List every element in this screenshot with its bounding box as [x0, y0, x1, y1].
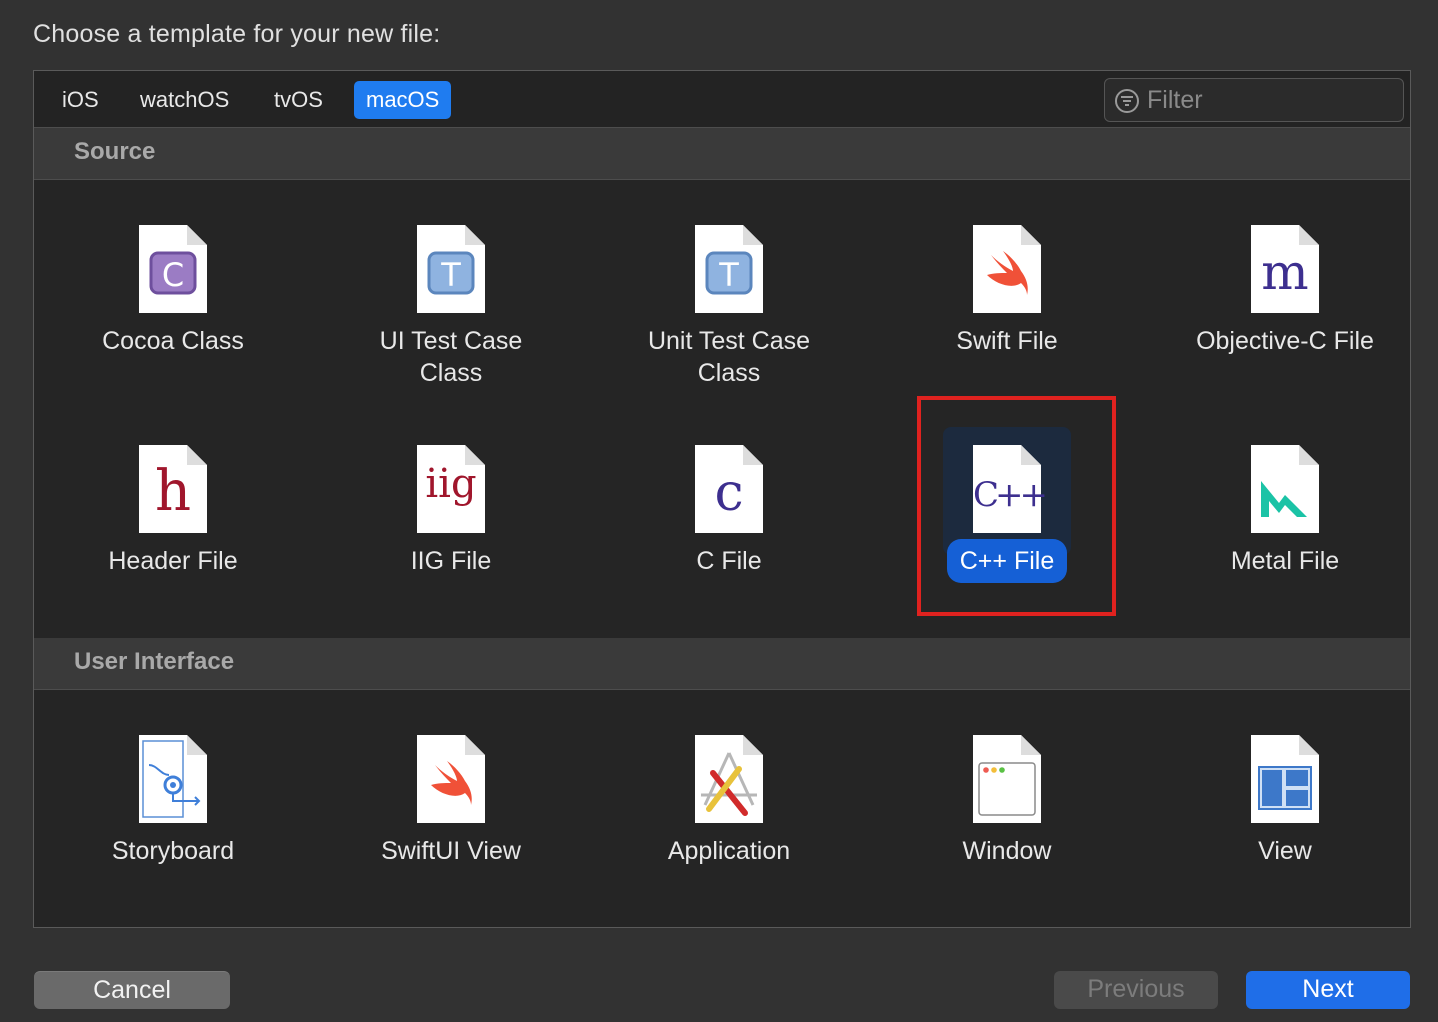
- svg-text:T: T: [718, 256, 739, 294]
- filter-field[interactable]: [1104, 78, 1404, 122]
- template-unit-test-case-class[interactable]: T Unit Test Case Class: [590, 189, 868, 399]
- svg-text:C: C: [162, 256, 184, 294]
- template-application[interactable]: Application: [590, 699, 868, 909]
- template-label: IIG File: [410, 547, 492, 575]
- template-label: SwiftUI View: [381, 837, 521, 865]
- tab-macos[interactable]: macOS: [354, 81, 452, 119]
- metal-icon: [1251, 445, 1319, 533]
- template-swift-file[interactable]: Swift File: [868, 189, 1146, 399]
- iig-icon: iig: [417, 445, 485, 533]
- filter-icon: [1115, 89, 1139, 113]
- section-title: Source: [74, 138, 156, 165]
- test-case-icon: T: [695, 225, 763, 313]
- template-ui-test-case-class[interactable]: T UI Test Case Class: [312, 189, 590, 399]
- template-swiftui-view[interactable]: SwiftUI View: [312, 699, 590, 909]
- template-label: Storyboard: [111, 837, 235, 865]
- storyboard-icon: [139, 735, 207, 823]
- template-c-file[interactable]: c C File: [590, 409, 868, 619]
- template-label: Window: [962, 837, 1052, 865]
- cocoa-class-icon: C: [139, 225, 207, 313]
- platform-tab-bar: iOS watchOS tvOS macOS: [34, 71, 1410, 128]
- template-panel: iOS watchOS tvOS macOS Source C Cocoa Cl…: [33, 70, 1411, 928]
- template-label: Application: [667, 837, 791, 865]
- template-cocoa-class[interactable]: C Cocoa Class: [34, 189, 312, 399]
- previous-button[interactable]: Previous: [1054, 971, 1218, 1009]
- template-objective-c-file[interactable]: m Objective-C File: [1146, 189, 1424, 399]
- test-case-icon: T: [417, 225, 485, 313]
- template-label: Objective-C File: [1196, 327, 1374, 355]
- section-title: User Interface: [74, 648, 235, 675]
- window-icon: [973, 735, 1041, 823]
- application-icon: [695, 735, 763, 823]
- selection-highlight-box: [917, 396, 1116, 616]
- template-label: UI Test Case Class: [379, 327, 523, 387]
- tab-tvos[interactable]: tvOS: [262, 81, 335, 119]
- tab-watchos[interactable]: watchOS: [128, 81, 241, 119]
- template-label: View: [1258, 837, 1312, 865]
- template-label: Swift File: [956, 327, 1058, 355]
- view-icon: [1251, 735, 1319, 823]
- swift-icon: [417, 735, 485, 823]
- template-iig-file[interactable]: iig IIG File: [312, 409, 590, 619]
- svg-text:T: T: [440, 256, 461, 294]
- template-window[interactable]: Window: [868, 699, 1146, 909]
- template-storyboard[interactable]: Storyboard: [34, 699, 312, 909]
- filter-input[interactable]: [1147, 83, 1392, 117]
- template-label: C File: [696, 547, 762, 575]
- tab-ios[interactable]: iOS: [50, 81, 111, 119]
- header-icon: h: [139, 445, 207, 533]
- template-metal-file[interactable]: Metal File: [1146, 409, 1424, 619]
- cancel-button[interactable]: Cancel: [34, 971, 230, 1009]
- next-button[interactable]: Next: [1246, 971, 1410, 1009]
- template-label: Unit Test Case Class: [647, 327, 811, 387]
- template-header-file[interactable]: h Header File: [34, 409, 312, 619]
- c-file-icon: c: [695, 445, 763, 533]
- template-label: Header File: [108, 547, 238, 575]
- template-view[interactable]: View: [1146, 699, 1424, 909]
- dialog-prompt: Choose a template for your new file:: [33, 20, 441, 48]
- template-label: Metal File: [1230, 547, 1340, 575]
- template-label: Cocoa Class: [102, 327, 244, 355]
- section-header-user-interface: User Interface: [34, 638, 1410, 690]
- section-header-source: Source: [34, 128, 1410, 180]
- swift-icon: [973, 225, 1041, 313]
- objc-icon: m: [1251, 225, 1319, 313]
